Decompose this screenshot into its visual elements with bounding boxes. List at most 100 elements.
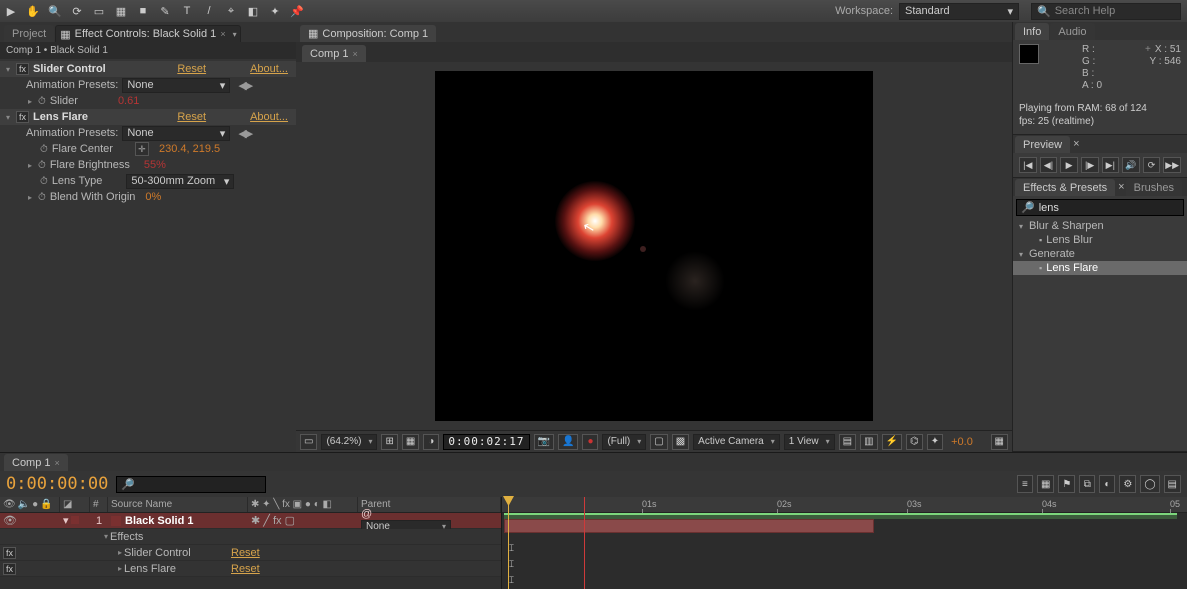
- views-select[interactable]: 1 View: [784, 434, 835, 450]
- tab-composition[interactable]: ▦ Composition: Comp 1: [300, 25, 436, 42]
- zoom-tool[interactable]: 🔍: [45, 1, 65, 21]
- close-icon[interactable]: ×: [55, 458, 60, 468]
- layer-switches[interactable]: ✱ ╱ fx ▢: [251, 514, 295, 527]
- twirl-icon[interactable]: ▸: [26, 161, 34, 170]
- stopwatch-icon[interactable]: ⏱: [38, 96, 46, 107]
- always-preview-icon[interactable]: ▭: [300, 434, 317, 450]
- stopwatch-icon[interactable]: ⏱: [38, 192, 46, 203]
- next-frame-button[interactable]: |▶: [1081, 157, 1099, 173]
- rotate-tool[interactable]: ⟳: [67, 1, 87, 21]
- label-color[interactable]: [71, 516, 79, 524]
- lens-type-select[interactable]: 50-300mm Zoom▾: [126, 174, 234, 189]
- stopwatch-icon[interactable]: ⏱: [40, 176, 48, 187]
- effects-search[interactable]: 🔎: [1016, 199, 1184, 216]
- category-generate[interactable]: ▾Generate: [1013, 247, 1187, 261]
- close-icon[interactable]: ×: [1073, 138, 1079, 150]
- lock-col-icon[interactable]: 🔒: [40, 499, 52, 510]
- preset-lens-blur[interactable]: ▪Lens Blur: [1013, 233, 1187, 247]
- shy-icon[interactable]: ⚑: [1058, 475, 1075, 493]
- reset-exposure-icon[interactable]: ▦: [991, 434, 1008, 450]
- timeline-search[interactable]: 🔎: [116, 476, 266, 493]
- timeline-tab[interactable]: Comp 1 ×: [4, 454, 68, 471]
- preset-lens-flare[interactable]: ▪Lens Flare: [1013, 261, 1187, 275]
- comp-canvas[interactable]: ↖: [435, 71, 873, 421]
- resolution-select[interactable]: (Full): [602, 434, 646, 450]
- twirl-icon[interactable]: ▾: [102, 532, 110, 541]
- camera-tool[interactable]: ▭: [89, 1, 109, 21]
- effects-search-input[interactable]: [1039, 202, 1179, 214]
- brainstorm-icon[interactable]: ⚙: [1119, 475, 1136, 493]
- graph-editor-icon[interactable]: ▤: [1164, 475, 1181, 493]
- type-tool[interactable]: T: [177, 1, 197, 21]
- fx-badge-icon[interactable]: fx: [16, 111, 29, 123]
- comp-mini-flow-icon[interactable]: ≡: [1017, 475, 1033, 493]
- viewer-area[interactable]: ↖: [296, 62, 1012, 430]
- puppet-tool[interactable]: 📌: [287, 1, 307, 21]
- last-frame-button[interactable]: ▶|: [1102, 157, 1120, 173]
- shape-tool[interactable]: ■: [133, 1, 153, 21]
- safe-zones-icon[interactable]: ⊞: [381, 434, 397, 450]
- twirl-icon[interactable]: ▾: [63, 515, 69, 527]
- magnification-select[interactable]: (64.2%): [321, 434, 377, 450]
- presets-select[interactable]: None▾: [122, 126, 230, 141]
- mute-button[interactable]: 🔊: [1122, 157, 1140, 173]
- twirl-icon[interactable]: ▸: [116, 548, 124, 557]
- hand-tool[interactable]: ✋: [23, 1, 43, 21]
- tab-preview[interactable]: Preview: [1015, 136, 1070, 153]
- frame-blend-icon[interactable]: ⧉: [1079, 475, 1095, 493]
- auto-keyframe-icon[interactable]: ◯: [1140, 475, 1159, 493]
- timeline-effect-slider[interactable]: Slider Control: [124, 547, 191, 559]
- point-picker-icon[interactable]: ✛: [135, 142, 149, 156]
- blend-origin-value[interactable]: 0%: [145, 191, 161, 203]
- reset-link[interactable]: Reset: [231, 563, 260, 575]
- presets-select[interactable]: None▾: [122, 78, 230, 93]
- time-ruler[interactable]: 01s02s03s04s05: [502, 497, 1187, 513]
- transparency-icon[interactable]: ▩: [672, 434, 689, 450]
- fast-preview-icon[interactable]: ⚡: [882, 434, 902, 450]
- twirl-icon[interactable]: ▾: [4, 113, 12, 122]
- pen-tool[interactable]: ✎: [155, 1, 175, 21]
- mask-icon[interactable]: ◑: [423, 434, 439, 450]
- solo-col-icon[interactable]: ●: [32, 499, 38, 510]
- flowchart-icon[interactable]: ✦: [927, 434, 943, 450]
- timeline-timecode[interactable]: 0:00:00:00: [6, 474, 108, 494]
- ram-preview-button[interactable]: ▶▶: [1163, 157, 1181, 173]
- eraser-tool[interactable]: ◧: [243, 1, 263, 21]
- tab-effects-presets[interactable]: Effects & Presets: [1015, 179, 1115, 196]
- snapshot-icon[interactable]: 📷: [534, 434, 554, 450]
- stopwatch-icon[interactable]: ⏱: [40, 144, 48, 155]
- parent-pickwhip-icon[interactable]: @: [361, 508, 372, 520]
- timeline-effect-lensflare[interactable]: Lens Flare: [124, 563, 176, 575]
- pixel-aspect-icon[interactable]: ▥: [860, 434, 877, 450]
- reset-link[interactable]: Reset: [231, 547, 260, 559]
- audio-col-icon[interactable]: 🔈: [18, 499, 30, 510]
- about-link[interactable]: About...: [250, 111, 288, 123]
- close-icon[interactable]: ×: [220, 29, 225, 39]
- tab-audio[interactable]: Audio: [1050, 23, 1094, 40]
- grid-icon[interactable]: ▦: [402, 434, 419, 450]
- comp-tab[interactable]: Comp 1 ×: [302, 45, 366, 62]
- rotobrush-tool[interactable]: ✦: [265, 1, 285, 21]
- loop-button[interactable]: ⟳: [1143, 157, 1161, 173]
- close-icon[interactable]: ×: [1118, 181, 1124, 193]
- clone-tool[interactable]: ⌖: [221, 1, 241, 21]
- video-toggle-icon[interactable]: 👁: [3, 514, 17, 527]
- tab-effect-controls[interactable]: ▦ Effect Controls: Black Solid 1 ×: [55, 25, 240, 42]
- category-blur-sharpen[interactable]: ▾Blur & Sharpen: [1013, 219, 1187, 233]
- channel-icon[interactable]: ●: [582, 434, 598, 450]
- timeline-icon[interactable]: ⌬: [906, 434, 923, 450]
- video-col-icon[interactable]: 👁: [3, 499, 16, 510]
- exposure-value[interactable]: +0.0: [951, 436, 973, 448]
- layer-bar[interactable]: [504, 519, 874, 533]
- fx-badge-icon[interactable]: fx: [3, 547, 16, 559]
- stopwatch-icon[interactable]: ⏱: [38, 160, 46, 171]
- play-button[interactable]: ▶: [1060, 157, 1078, 173]
- roi-icon[interactable]: ▢: [650, 434, 667, 450]
- tab-info[interactable]: Info: [1015, 23, 1049, 40]
- twirl-icon[interactable]: ▸: [26, 97, 34, 106]
- prev-frame-button[interactable]: ◀|: [1040, 157, 1058, 173]
- view-options-icon[interactable]: ▤: [839, 434, 856, 450]
- show-snapshot-icon[interactable]: 👤: [558, 434, 578, 450]
- slider-value[interactable]: 0.61: [118, 95, 139, 107]
- current-time[interactable]: 0:00:02:17: [443, 434, 529, 450]
